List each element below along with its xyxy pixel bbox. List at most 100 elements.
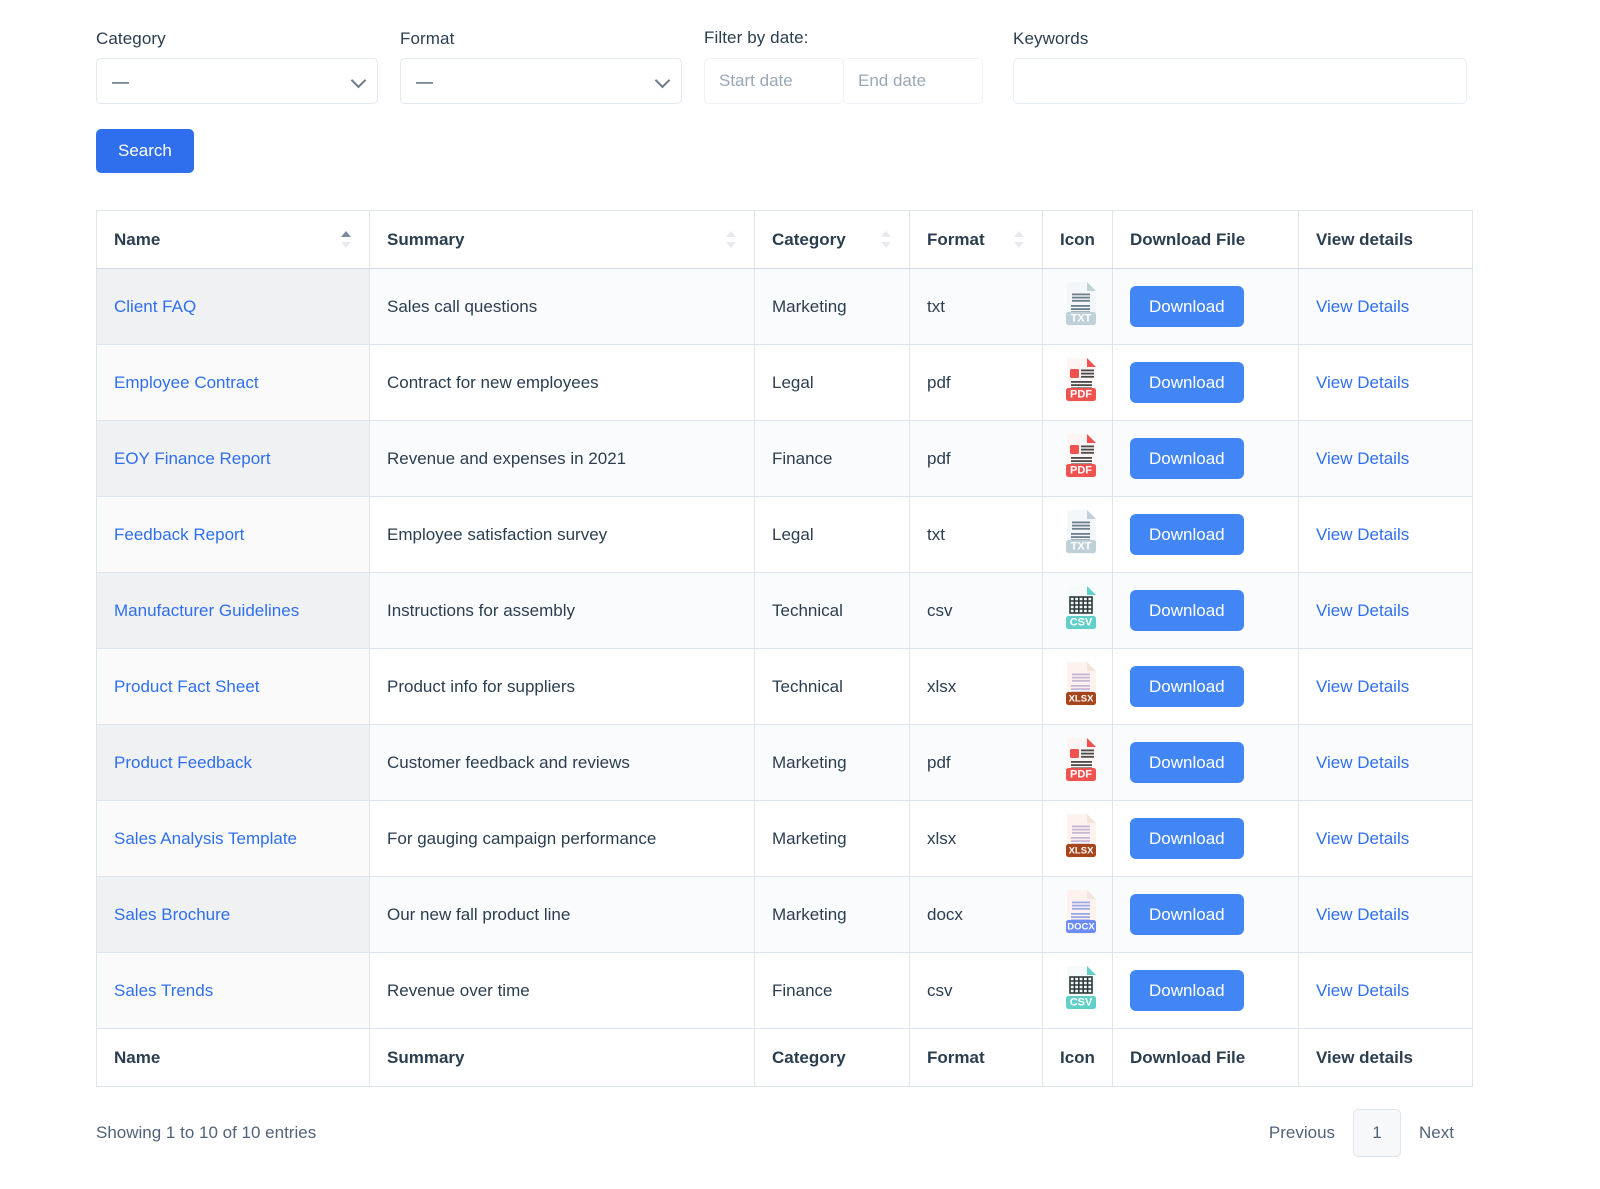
table-head: Name Summary Category Format Icon Download Fi… bbox=[96, 210, 1473, 270]
pdf-file-icon: PDF bbox=[1060, 355, 1102, 405]
cell-icon: XLSX bbox=[1042, 648, 1113, 726]
filter-bar: Category — Format — Filter by date: Star… bbox=[96, 28, 1504, 105]
start-date-input[interactable] bbox=[704, 58, 844, 105]
cell-download: Download bbox=[1112, 876, 1299, 954]
view-details-link[interactable]: View Details bbox=[1316, 525, 1409, 544]
view-details-link[interactable]: View Details bbox=[1316, 373, 1409, 392]
download-button[interactable]: Download bbox=[1130, 970, 1244, 1012]
document-name-link[interactable]: Sales Trends bbox=[114, 981, 213, 1000]
download-button[interactable]: Download bbox=[1130, 438, 1244, 480]
svg-text:DOCX: DOCX bbox=[1067, 922, 1095, 933]
column-header-label: Summary bbox=[387, 229, 465, 249]
csv-file-icon: CSV bbox=[1060, 583, 1102, 633]
cell-summary: Revenue over time bbox=[369, 952, 755, 1030]
document-name-link[interactable]: Sales Brochure bbox=[114, 905, 230, 924]
svg-text:PDF: PDF bbox=[1070, 389, 1092, 401]
document-search-page: Category — Format — Filter by date: Star… bbox=[0, 0, 1600, 1158]
format-label: Format bbox=[400, 29, 455, 48]
table-row: Sales Trends Revenue over time Finance csv C… bbox=[96, 952, 1473, 1030]
format-select[interactable]: — bbox=[400, 58, 682, 105]
cell-format: pdf bbox=[909, 420, 1043, 498]
cell-name: Feedback Report bbox=[96, 496, 370, 574]
entries-info: Showing 1 to 10 of 10 entries bbox=[96, 1123, 317, 1143]
download-button[interactable]: Download bbox=[1130, 742, 1244, 784]
table-row: Feedback Report Employee satisfaction sur… bbox=[96, 496, 1473, 574]
document-name-link[interactable]: Product Feedback bbox=[114, 753, 252, 772]
cell-format: pdf bbox=[909, 724, 1043, 802]
view-details-link[interactable]: View Details bbox=[1316, 753, 1409, 772]
cell-name: Client FAQ bbox=[96, 268, 370, 346]
column-header-label: Icon bbox=[1060, 229, 1095, 249]
cell-view-details: View Details bbox=[1298, 572, 1473, 650]
download-button[interactable]: Download bbox=[1130, 818, 1244, 860]
download-button[interactable]: Download bbox=[1130, 514, 1244, 556]
table-row: EOY Finance Report Revenue and expenses i… bbox=[96, 420, 1473, 498]
pagination-next[interactable]: Next bbox=[1401, 1110, 1472, 1156]
docx-file-icon: DOCX bbox=[1060, 887, 1102, 937]
cell-view-details: View Details bbox=[1298, 648, 1473, 726]
view-details-link[interactable]: View Details bbox=[1316, 449, 1409, 468]
view-details-link[interactable]: View Details bbox=[1316, 677, 1409, 696]
cell-icon: PDF bbox=[1042, 724, 1113, 802]
cell-category: Marketing bbox=[754, 268, 910, 346]
search-button[interactable]: Search bbox=[96, 129, 194, 174]
cell-category: Finance bbox=[754, 420, 910, 498]
date-filter-group: Filter by date: bbox=[704, 28, 983, 105]
cell-download: Download bbox=[1112, 344, 1299, 422]
column-header-category[interactable]: Category bbox=[754, 210, 910, 270]
category-select[interactable]: — bbox=[96, 58, 378, 105]
footer-column-icon: Icon bbox=[1042, 1028, 1113, 1088]
cell-view-details: View Details bbox=[1298, 800, 1473, 878]
document-name-link[interactable]: Manufacturer Guidelines bbox=[114, 601, 299, 620]
table-row: Sales Brochure Our new fall product line M… bbox=[96, 876, 1473, 954]
svg-text:XLSX: XLSX bbox=[1069, 846, 1094, 857]
cell-category: Marketing bbox=[754, 876, 910, 954]
document-name-link[interactable]: Sales Analysis Template bbox=[114, 829, 297, 848]
document-name-link[interactable]: Product Fact Sheet bbox=[114, 677, 260, 696]
cell-download: Download bbox=[1112, 724, 1299, 802]
svg-text:TXT: TXT bbox=[1071, 541, 1092, 553]
download-button[interactable]: Download bbox=[1130, 362, 1244, 404]
view-details-link[interactable]: View Details bbox=[1316, 601, 1409, 620]
keywords-input[interactable] bbox=[1013, 58, 1467, 105]
download-button[interactable]: Download bbox=[1130, 894, 1244, 936]
pdf-file-icon: PDF bbox=[1060, 735, 1102, 785]
cell-name: Sales Analysis Template bbox=[96, 800, 370, 878]
sort-arrows-icon bbox=[1014, 229, 1026, 251]
end-date-input[interactable] bbox=[843, 58, 983, 105]
column-header-label: View details bbox=[1316, 229, 1414, 249]
download-button[interactable]: Download bbox=[1130, 666, 1244, 708]
cell-name: EOY Finance Report bbox=[96, 420, 370, 498]
pagination-page-1[interactable]: 1 bbox=[1353, 1109, 1402, 1158]
view-details-link[interactable]: View Details bbox=[1316, 981, 1409, 1000]
document-name-link[interactable]: Employee Contract bbox=[114, 373, 259, 392]
cell-name: Employee Contract bbox=[96, 344, 370, 422]
document-name-link[interactable]: EOY Finance Report bbox=[114, 449, 271, 468]
document-name-link[interactable]: Client FAQ bbox=[114, 297, 196, 316]
cell-name: Sales Trends bbox=[96, 952, 370, 1030]
column-header-format[interactable]: Format bbox=[909, 210, 1043, 270]
cell-summary: For gauging campaign performance bbox=[369, 800, 755, 878]
download-button[interactable]: Download bbox=[1130, 286, 1244, 328]
pagination-previous[interactable]: Previous bbox=[1251, 1110, 1353, 1156]
cell-download: Download bbox=[1112, 648, 1299, 726]
table-row: Product Feedback Customer feedback and re… bbox=[96, 724, 1473, 802]
cell-summary: Product info for suppliers bbox=[369, 648, 755, 726]
cell-summary: Customer feedback and reviews bbox=[369, 724, 755, 802]
column-header-label: Category bbox=[772, 229, 846, 249]
download-button[interactable]: Download bbox=[1130, 590, 1244, 632]
column-header-summary[interactable]: Summary bbox=[369, 210, 755, 270]
column-header-name[interactable]: Name bbox=[96, 210, 370, 270]
view-details-link[interactable]: View Details bbox=[1316, 829, 1409, 848]
svg-text:CSV: CSV bbox=[1070, 997, 1093, 1009]
category-filter-group: Category — bbox=[96, 29, 378, 105]
table-footer-bar: Showing 1 to 10 of 10 entries Previous 1… bbox=[96, 1109, 1472, 1158]
cell-download: Download bbox=[1112, 572, 1299, 650]
view-details-link[interactable]: View Details bbox=[1316, 905, 1409, 924]
cell-name: Product Fact Sheet bbox=[96, 648, 370, 726]
cell-icon: XLSX bbox=[1042, 800, 1113, 878]
cell-format: csv bbox=[909, 572, 1043, 650]
view-details-link[interactable]: View Details bbox=[1316, 297, 1409, 316]
cell-summary: Contract for new employees bbox=[369, 344, 755, 422]
document-name-link[interactable]: Feedback Report bbox=[114, 525, 244, 544]
